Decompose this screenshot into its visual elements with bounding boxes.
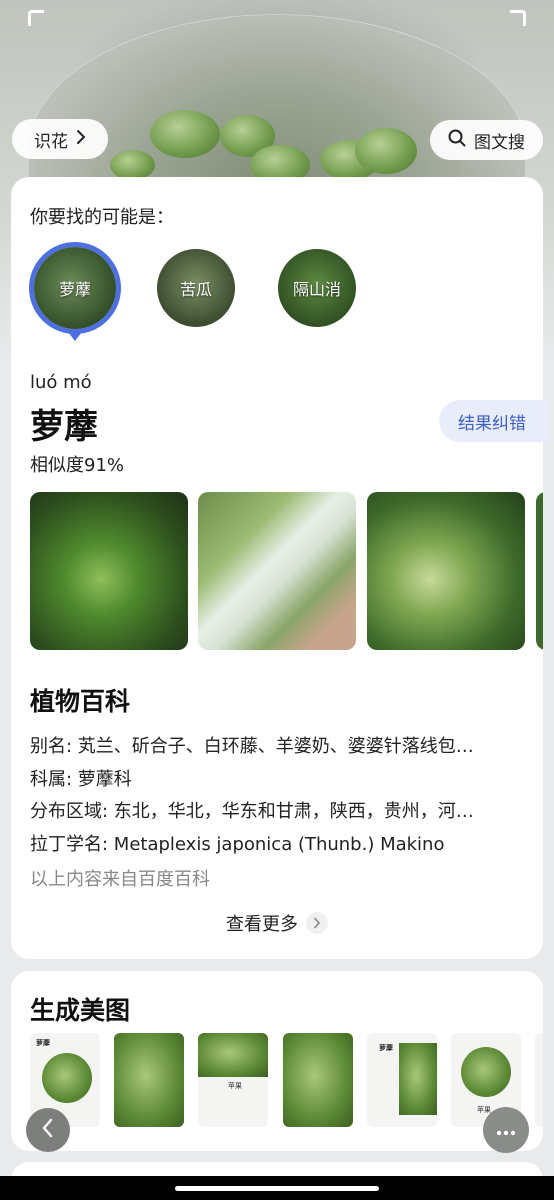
plant-photo[interactable] xyxy=(198,492,356,650)
template-gallery[interactable]: 萝藦 苹果 萝藦 苹果 xyxy=(30,1033,543,1127)
template-label: 萝藦 xyxy=(36,1039,50,1047)
more-options-button[interactable] xyxy=(483,1107,529,1153)
template-thumbnail[interactable]: 萝藦 xyxy=(367,1033,437,1127)
candidate-label: 苦瓜 xyxy=(179,280,212,299)
more-horizontal-icon xyxy=(496,1121,516,1140)
candidates-prompt: 你要找的可能是： xyxy=(30,207,174,228)
back-button[interactable] xyxy=(26,1108,70,1152)
generate-image-card: 生成美图 萝藦 苹果 萝藦 苹果 xyxy=(11,971,543,1151)
template-image xyxy=(114,1033,184,1127)
search-icon xyxy=(448,129,466,152)
template-image xyxy=(399,1043,437,1115)
template-image xyxy=(42,1053,92,1103)
alias-info: 别名: 芄兰、斫合子、白环藤、羊婆奶、婆婆针落线包… xyxy=(30,736,474,757)
chevron-left-icon xyxy=(41,1118,55,1142)
identify-flower-label: 识花 xyxy=(34,131,68,152)
plant-pinyin: luó mó xyxy=(30,372,92,393)
result-card: 你要找的可能是： 萝藦 苦瓜 隔山消 luó mó 萝藦 相似度91% 结果纠错… xyxy=(11,177,549,959)
view-more-button[interactable]: 查看更多 xyxy=(226,910,328,936)
home-indicator[interactable] xyxy=(175,1186,379,1191)
template-thumbnail[interactable]: 苹果 xyxy=(198,1033,268,1127)
chevron-right-icon xyxy=(306,912,328,934)
template-image xyxy=(461,1047,511,1097)
image-text-search-label: 图文搜 xyxy=(474,132,525,153)
pod-image xyxy=(110,150,155,180)
image-text-search-button[interactable]: 图文搜 xyxy=(430,120,543,160)
candidate-luomo[interactable]: 萝藦 xyxy=(34,247,116,341)
encyclopedia-title: 植物百科 xyxy=(30,687,131,716)
generate-title: 生成美图 xyxy=(30,996,131,1025)
candidate-label: 萝藦 xyxy=(58,280,91,299)
plant-name: 萝藦 xyxy=(30,407,98,447)
distribution-info: 分布区域: 东北，华北，华东和甘肃，陕西，贵州，河… xyxy=(30,801,474,822)
template-thumbnail[interactable] xyxy=(283,1033,353,1127)
plant-photo-gallery[interactable] xyxy=(30,492,543,650)
view-more-label: 查看更多 xyxy=(226,914,298,935)
candidate-label: 隔山消 xyxy=(292,280,341,299)
candidate-kugua[interactable]: 苦瓜 xyxy=(157,249,235,327)
family-info: 科属: 萝藦科 xyxy=(30,769,132,790)
latin-name-info: 拉丁学名: Metaplexis japonica (Thunb.) Makin… xyxy=(30,834,445,855)
template-thumbnail[interactable] xyxy=(535,1033,543,1127)
similarity-score: 相似度91% xyxy=(30,455,125,476)
plant-photo[interactable] xyxy=(30,492,188,650)
pod-image xyxy=(150,110,220,158)
scan-corner-top-right xyxy=(510,10,526,26)
template-image xyxy=(283,1033,353,1127)
candidate-geshanxiao[interactable]: 隔山消 xyxy=(278,249,356,327)
plant-photo[interactable] xyxy=(367,492,525,650)
template-image xyxy=(198,1033,268,1077)
pod-image xyxy=(355,128,417,174)
chevron-right-icon xyxy=(76,129,86,150)
identify-flower-button[interactable]: 识花 xyxy=(12,119,108,159)
plant-photo[interactable] xyxy=(536,492,543,650)
template-thumbnail[interactable] xyxy=(114,1033,184,1127)
scan-corner-top-left xyxy=(28,10,44,26)
template-label: 苹果 xyxy=(228,1082,242,1090)
template-label: 萝藦 xyxy=(379,1044,393,1052)
source-note: 以上内容来自百度百科 xyxy=(30,869,210,890)
correct-result-button[interactable]: 结果纠错 xyxy=(439,400,549,442)
